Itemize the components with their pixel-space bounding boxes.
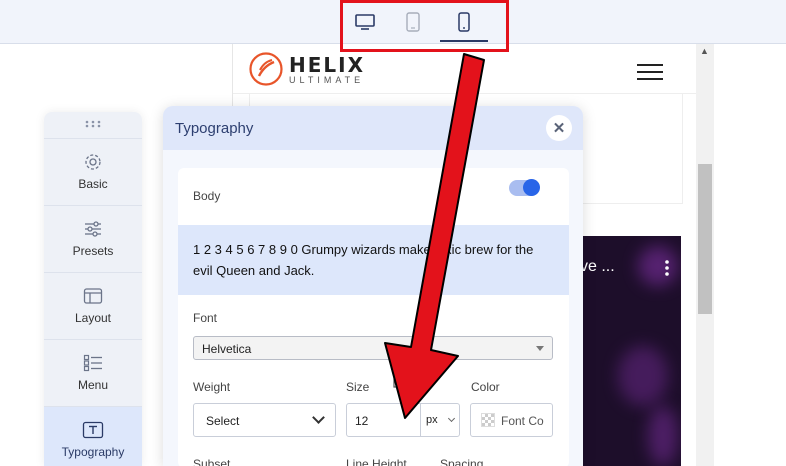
body-enable-toggle[interactable] bbox=[509, 179, 540, 196]
size-label: Size bbox=[346, 380, 370, 394]
chevron-down-icon bbox=[312, 411, 325, 424]
sidebar-item-label: Basic bbox=[78, 176, 108, 191]
close-icon: ✕ bbox=[552, 120, 566, 137]
hamburger-menu-icon[interactable] bbox=[637, 64, 663, 82]
font-size-input[interactable]: 12 bbox=[346, 403, 421, 437]
transparent-swatch-icon bbox=[481, 413, 495, 427]
caret-down-icon bbox=[536, 346, 544, 351]
drag-handle-icon[interactable] bbox=[84, 120, 102, 128]
toggle-knob bbox=[523, 179, 540, 196]
panel-header: Typography ✕ bbox=[163, 106, 583, 150]
scroll-up-icon[interactable]: ▲ bbox=[700, 46, 710, 56]
menu-list-icon bbox=[83, 354, 102, 371]
spacing-label: Spacing bbox=[440, 457, 484, 466]
logo-subtext: ULTIMATE bbox=[289, 75, 365, 85]
subset-label: Subset bbox=[193, 457, 231, 466]
screen: HELIX ULTIMATE ve ... ▲ Basic Presets La… bbox=[0, 0, 786, 466]
sidebar-item-presets[interactable]: Presets bbox=[44, 205, 142, 271]
scrollbar-thumb[interactable] bbox=[698, 164, 712, 314]
logo-text: HELIX bbox=[289, 53, 366, 77]
close-button[interactable]: ✕ bbox=[546, 115, 572, 141]
sidebar-item-basic[interactable]: Basic bbox=[44, 138, 142, 204]
font-weight-select[interactable]: Select bbox=[193, 403, 336, 437]
sidebar-item-menu[interactable]: Menu bbox=[44, 339, 142, 405]
more-vertical-icon[interactable] bbox=[665, 260, 669, 276]
sliders-icon bbox=[85, 220, 101, 237]
panel-title: Typography bbox=[175, 120, 254, 137]
font-family-value: Helvetica bbox=[202, 342, 252, 356]
highlight-box bbox=[340, 0, 509, 52]
font-color-label: Font Co bbox=[501, 414, 544, 428]
sidebar-item-label: Presets bbox=[72, 243, 114, 258]
font-family-select[interactable]: Helvetica bbox=[193, 336, 553, 360]
text-icon bbox=[82, 421, 104, 438]
sidebar-item-label: Typography bbox=[61, 444, 125, 459]
font-preview-text: 1 2 3 4 5 6 7 8 9 0 Grumpy wizards make … bbox=[178, 225, 569, 295]
weight-label: Weight bbox=[193, 380, 231, 394]
media-card[interactable]: ve ... bbox=[578, 236, 681, 466]
font-size-unit: px bbox=[426, 414, 438, 426]
responsive-device-icon[interactable] bbox=[393, 377, 411, 393]
font-label: Font bbox=[193, 311, 218, 325]
gear-icon bbox=[85, 153, 101, 170]
media-title: ve ... bbox=[580, 258, 615, 275]
line-height-label: Line Height bbox=[346, 457, 407, 466]
color-label: Color bbox=[471, 380, 500, 394]
body-typography-card: Body 1 2 3 4 5 6 7 8 9 0 Grumpy wizards … bbox=[178, 168, 569, 466]
font-size-unit-select[interactable]: px bbox=[420, 403, 460, 437]
section-label: Body bbox=[193, 189, 221, 203]
settings-sidebar: Basic Presets Layout Menu Typography bbox=[44, 112, 142, 466]
sidebar-item-layout[interactable]: Layout bbox=[44, 272, 142, 338]
sidebar-item-label: Menu bbox=[77, 377, 109, 392]
sidebar-item-typography[interactable]: Typography bbox=[44, 406, 142, 466]
font-color-button[interactable]: Font Co bbox=[470, 403, 553, 437]
helix-logo-icon bbox=[249, 52, 283, 86]
sidebar-item-label: Layout bbox=[74, 310, 112, 325]
typography-panel: Typography ✕ Body 1 2 3 4 5 6 7 8 9 0 Gr… bbox=[163, 106, 583, 466]
layout-icon bbox=[83, 287, 103, 304]
chevron-down-icon bbox=[447, 414, 456, 423]
font-size-value: 12 bbox=[355, 414, 369, 428]
font-weight-value: Select bbox=[206, 414, 240, 428]
